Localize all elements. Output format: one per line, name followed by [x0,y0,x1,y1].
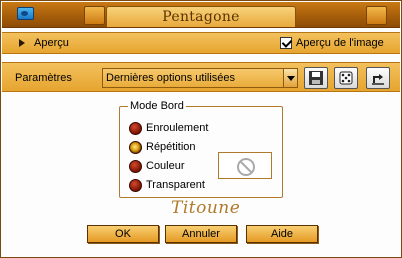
parameters-bar: Paramètres Dernières options utilisées [2,62,400,92]
preset-dropdown[interactable]: Dernières options utilisées [102,68,298,88]
random-button[interactable] [334,67,358,89]
radio-button[interactable] [129,179,142,192]
title-right-button[interactable] [366,6,387,25]
app-icon[interactable] [17,7,34,20]
radio-label[interactable]: Couleur [146,160,185,172]
radio-button[interactable] [129,160,142,173]
save-preset-button[interactable] [304,67,328,89]
preview-label[interactable]: Aperçu [34,37,69,49]
preset-value: Dernières options utilisées [106,72,236,84]
edge-color-swatch[interactable] [218,152,272,179]
expand-arrow-icon[interactable] [19,39,25,47]
signature-watermark: Titoune [171,198,241,218]
parameters-label: Paramètres [15,72,72,84]
radio-button-selected[interactable] [129,141,142,154]
cancel-button[interactable]: Annuler [165,225,237,243]
image-preview-label[interactable]: Aperçu de l'image [296,37,384,49]
no-color-icon [237,158,255,176]
title-bar[interactable]: Pentagone [2,2,400,28]
help-button[interactable]: Aide [246,225,318,243]
random-dice-icon [339,71,353,85]
reset-icon [372,74,384,85]
image-preview-checkbox[interactable] [280,37,292,49]
title-tab: Pentagone [106,6,296,27]
preview-bar: Aperçu Aperçu de l'image [2,32,400,54]
pentagone-dialog: Pentagone Aperçu Aperçu de l'image Param… [0,0,402,258]
chevron-down-icon[interactable] [283,69,297,87]
radio-label[interactable]: Transparent [146,179,205,191]
radio-label[interactable]: Enroulement [146,122,208,134]
reset-button[interactable] [366,67,390,89]
title-left-button[interactable] [84,6,105,25]
edge-mode-legend: Mode Bord [128,100,186,112]
radio-button[interactable] [129,122,142,135]
radio-label[interactable]: Répétition [146,141,196,153]
window-title: Pentagone [162,9,240,25]
save-icon [309,71,323,85]
ok-button[interactable]: OK [87,225,159,243]
